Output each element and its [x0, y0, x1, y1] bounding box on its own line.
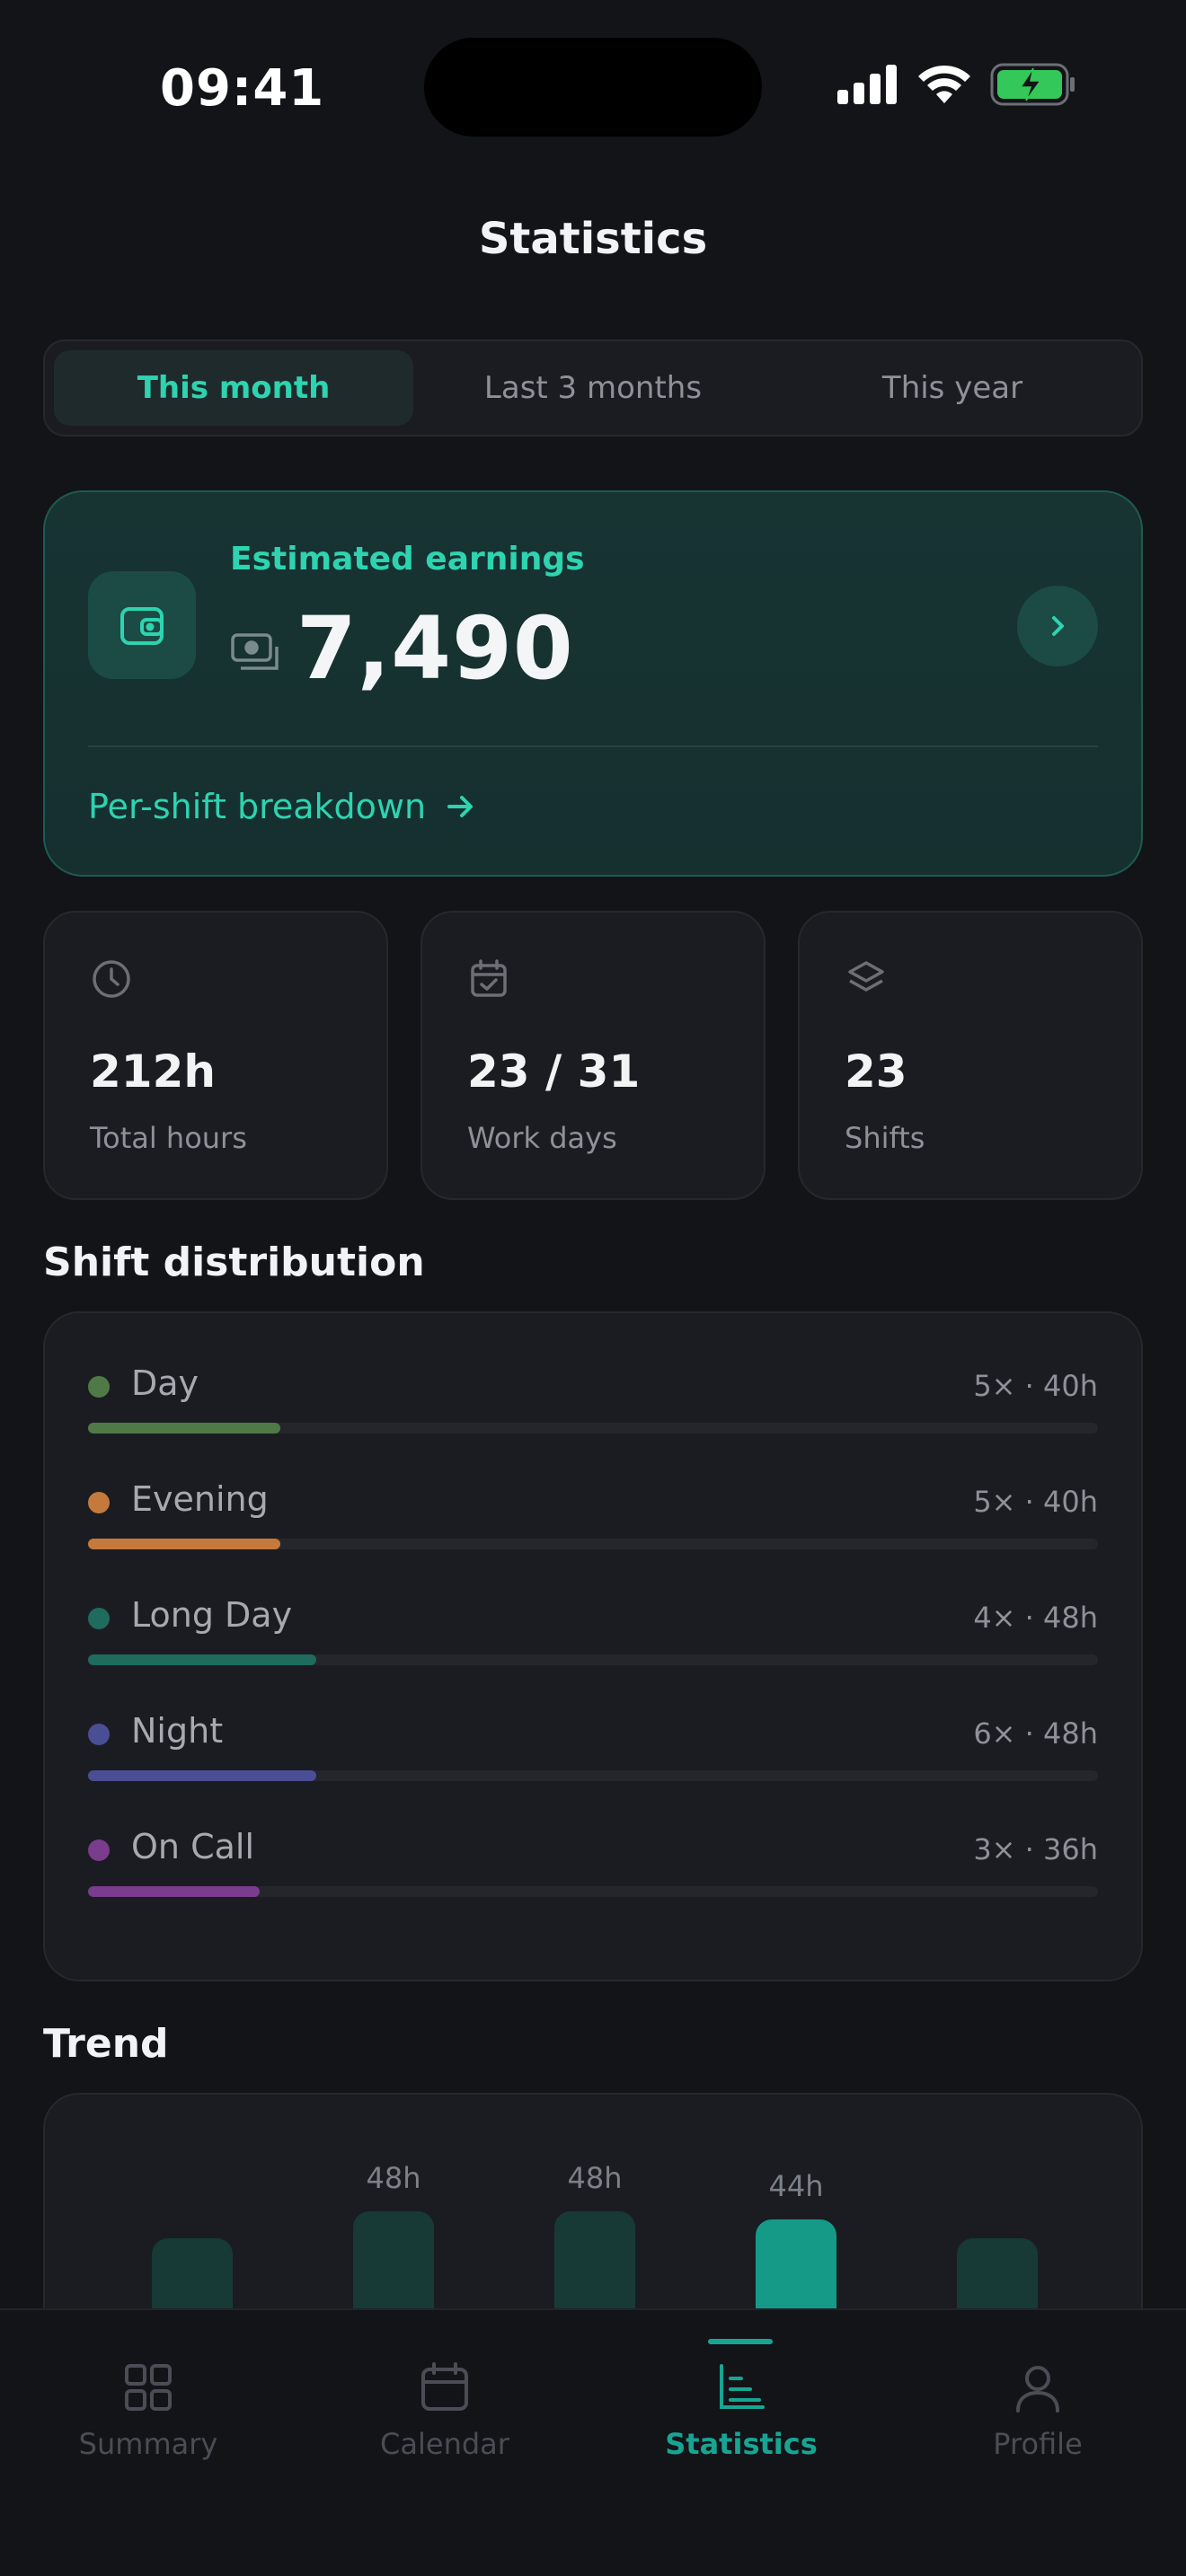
color-dot: [88, 1608, 110, 1629]
chart-icon: [720, 2364, 765, 2409]
tab-this-year[interactable]: This year: [773, 350, 1132, 426]
shift-distribution-card: Day 5× · 40h Evening 5× · 40h Long Day 4…: [43, 1311, 1143, 1981]
trend-bar-label: 48h: [366, 2160, 421, 2195]
row-name: Night: [131, 1711, 224, 1751]
row-name: On Call: [131, 1827, 255, 1866]
distribution-row-evening: Evening 5× · 40h: [88, 1479, 1098, 1560]
tab-calendar[interactable]: Calendar: [296, 2360, 593, 2461]
tab-this-month[interactable]: This month: [54, 350, 413, 426]
color-dot: [88, 1376, 110, 1398]
tab-label: Summary: [78, 2427, 218, 2461]
tab-last-3-months[interactable]: Last 3 months: [413, 350, 773, 426]
earnings-divider: [88, 745, 1098, 747]
row-meta: 4× · 48h: [973, 1601, 1098, 1635]
row-fill: [88, 1654, 317, 1665]
row-name: Day: [131, 1363, 199, 1403]
calendar-icon: [421, 2362, 468, 2411]
signal-icon: [837, 65, 897, 104]
clock-icon: [93, 960, 130, 998]
battery-charging-icon: [990, 63, 1075, 106]
stat-card-total-hours: 212h Total hours: [43, 911, 388, 1200]
row-track: [88, 1770, 1098, 1781]
layers-icon: [848, 961, 884, 992]
active-tab-indicator: [708, 2339, 773, 2344]
row-track: [88, 1539, 1098, 1549]
row-track: [88, 1654, 1098, 1665]
row-fill: [88, 1886, 261, 1897]
row-meta: 5× · 40h: [973, 1369, 1098, 1403]
tab-label: Profile: [993, 2427, 1083, 2461]
stat-card-work-days: 23 / 31 Work days: [420, 911, 766, 1200]
distribution-row-day: Day 5× · 40h: [88, 1363, 1098, 1444]
section-title-distribution: Shift distribution: [43, 1239, 425, 1285]
stat-label: Total hours: [90, 1121, 247, 1155]
section-title-trend: Trend: [43, 2021, 169, 2067]
per-shift-breakdown-label: Per-shift breakdown: [88, 787, 427, 826]
tab-statistics[interactable]: Statistics: [593, 2360, 890, 2461]
color-dot: [88, 1839, 110, 1861]
stat-value: 23: [845, 1045, 907, 1098]
row-meta: 5× · 40h: [973, 1485, 1098, 1519]
earnings-open-button[interactable]: [1017, 586, 1098, 666]
trend-bar-label: 48h: [567, 2160, 623, 2195]
row-name: Evening: [131, 1479, 269, 1519]
row-name: Long Day: [131, 1595, 293, 1635]
status-icons: [837, 63, 1076, 106]
arrow-right-icon: [447, 796, 474, 817]
row-fill: [88, 1770, 317, 1781]
row-meta: 3× · 36h: [973, 1832, 1098, 1866]
row-fill: [88, 1539, 280, 1549]
distribution-row-on-call: On Call 3× · 36h: [88, 1827, 1098, 1908]
page-title: Statistics: [478, 214, 708, 264]
cash-icon: [231, 633, 279, 670]
calendar-check-icon: [471, 959, 507, 997]
per-shift-breakdown-link[interactable]: Per-shift breakdown: [88, 787, 476, 826]
user-icon: [1016, 2366, 1059, 2413]
earnings-label: Estimated earnings: [230, 541, 585, 578]
row-track: [88, 1886, 1098, 1897]
wallet-icon: [88, 571, 196, 679]
row-meta: 6× · 48h: [973, 1716, 1098, 1751]
tab-summary[interactable]: Summary: [0, 2360, 296, 2461]
period-selector: This month Last 3 months This year: [43, 340, 1143, 437]
tab-label: Statistics: [665, 2427, 818, 2461]
stat-label: Work days: [467, 1121, 617, 1155]
dynamic-island: [424, 38, 762, 137]
chevron-right-icon: [1052, 616, 1064, 636]
row-fill: [88, 1423, 280, 1434]
earnings-card[interactable]: Estimated earnings 7,490 Per-shift break…: [43, 490, 1143, 877]
stat-card-shifts: 23 Shifts: [798, 911, 1143, 1200]
stat-value: 212h: [90, 1045, 216, 1098]
wifi-icon: [918, 65, 970, 103]
color-dot: [88, 1492, 110, 1513]
bottom-tab-bar: Summary Calendar Statistics Profile: [0, 2308, 1186, 2576]
trend-bar-label: 44h: [768, 2168, 824, 2203]
color-dot: [88, 1724, 110, 1745]
row-track: [88, 1423, 1098, 1434]
tab-label: Calendar: [380, 2427, 509, 2461]
earnings-value: 7,490: [296, 598, 574, 699]
distribution-row-long-day: Long Day 4× · 48h: [88, 1595, 1098, 1676]
distribution-row-night: Night 6× · 48h: [88, 1711, 1098, 1792]
grid-icon: [125, 2364, 172, 2411]
tab-profile[interactable]: Profile: [890, 2360, 1186, 2461]
status-time: 09:41: [160, 59, 325, 118]
stat-value: 23 / 31: [467, 1045, 641, 1098]
stat-label: Shifts: [845, 1121, 925, 1155]
